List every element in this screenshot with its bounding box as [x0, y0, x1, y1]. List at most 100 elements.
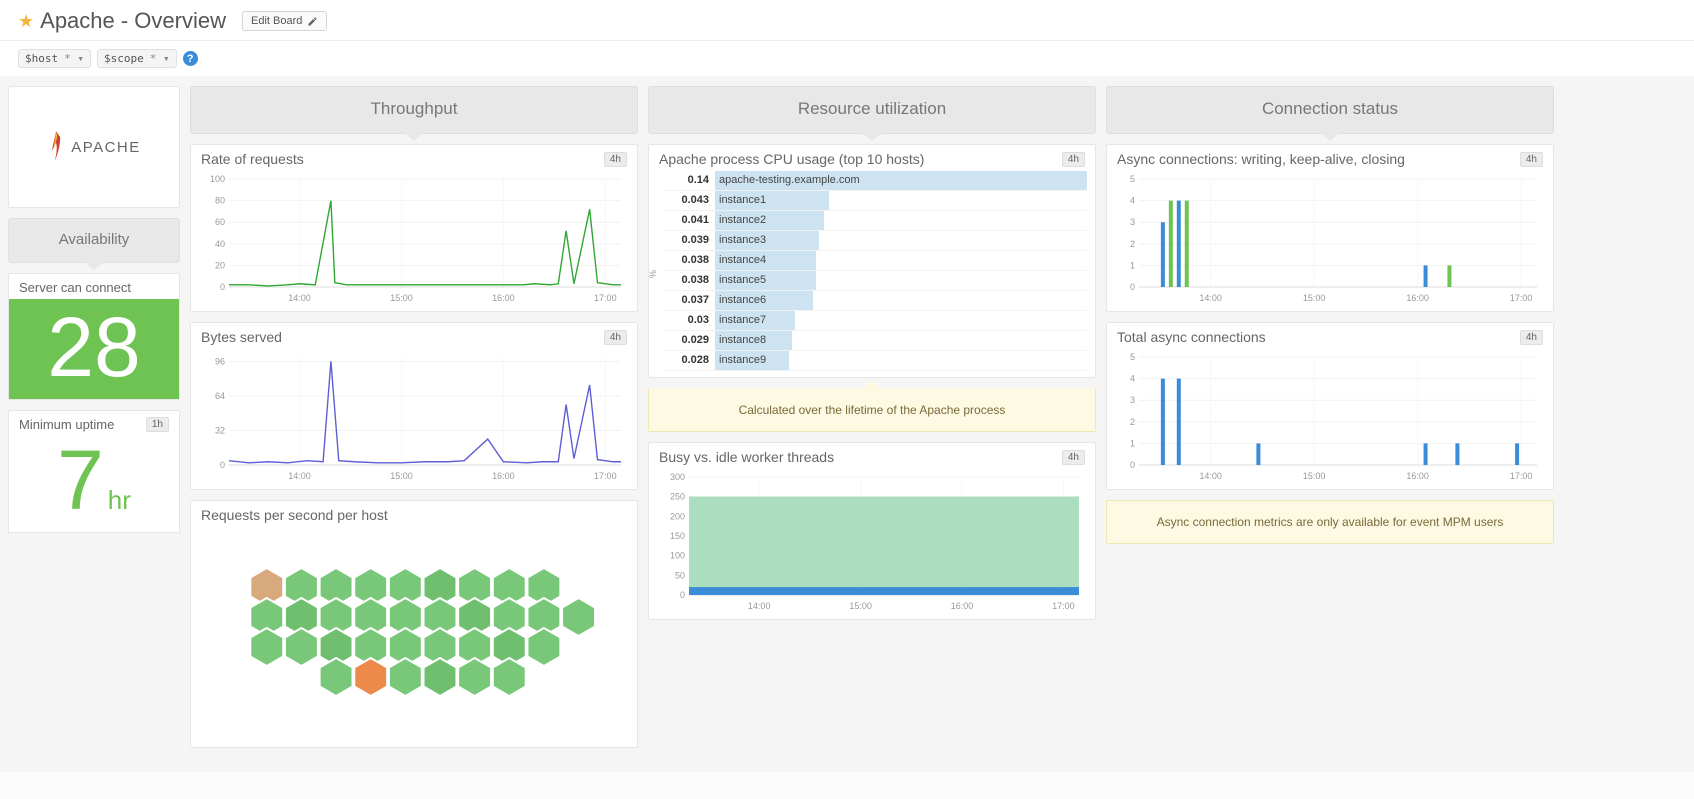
svg-text:100: 100 — [670, 551, 685, 561]
widget-title: Requests per second per host — [201, 507, 388, 523]
toplist-row[interactable]: 0.038instance4 — [663, 251, 1087, 271]
toplist-row[interactable]: 0.041instance2 — [663, 211, 1087, 231]
svg-text:20: 20 — [215, 260, 225, 270]
widget-title: Busy vs. idle worker threads — [659, 449, 834, 465]
svg-text:0: 0 — [680, 590, 685, 600]
apache-logo-text: APACHE — [71, 139, 141, 156]
widget-async-breakdown[interactable]: Async connections: writing, keep-alive, … — [1106, 144, 1554, 312]
timerange-badge[interactable]: 4h — [1520, 330, 1543, 345]
svg-text:5: 5 — [1130, 352, 1135, 362]
note-cpu-lifetime: Calculated over the lifetime of the Apac… — [648, 388, 1096, 432]
svg-text:3: 3 — [1130, 395, 1135, 405]
svg-text:14:00: 14:00 — [748, 601, 771, 611]
widget-requests-per-host[interactable]: Requests per second per host — [190, 500, 638, 748]
section-connection: Connection status — [1106, 86, 1554, 134]
widget-busy-idle[interactable]: Busy vs. idle worker threads 4h 0 50 100 15… — [648, 442, 1096, 620]
svg-text:16:00: 16:00 — [492, 293, 515, 303]
svg-text:2: 2 — [1130, 417, 1135, 427]
svg-text:1: 1 — [1130, 260, 1135, 270]
svg-text:3: 3 — [1130, 217, 1135, 227]
section-throughput: Throughput — [190, 86, 638, 134]
svg-text:96: 96 — [215, 356, 225, 366]
svg-text:16:00: 16:00 — [492, 471, 515, 481]
svg-text:0: 0 — [220, 460, 225, 470]
svg-text:17:00: 17:00 — [1510, 471, 1533, 481]
widget-title: Bytes served — [201, 329, 282, 345]
toplist-row[interactable]: 0.039instance3 — [663, 231, 1087, 251]
svg-text:80: 80 — [215, 196, 225, 206]
widget-minimum-uptime[interactable]: Minimum uptime 1h 7 hr — [8, 410, 180, 533]
widget-cpu-toplist[interactable]: Apache process CPU usage (top 10 hosts) … — [648, 144, 1096, 378]
widget-async-total[interactable]: Total async connections 4h 01234514:0015… — [1106, 322, 1554, 490]
svg-text:2: 2 — [1130, 239, 1135, 249]
svg-text:1: 1 — [1130, 438, 1135, 448]
widget-bytes-served[interactable]: Bytes served 4h 0 32 64 96 14:00 15:00 16:00 17… — [190, 322, 638, 490]
svg-text:64: 64 — [215, 391, 225, 401]
svg-text:16:00: 16:00 — [951, 601, 974, 611]
svg-text:16:00: 16:00 — [1406, 293, 1429, 303]
edit-board-label: Edit Board — [251, 15, 302, 27]
svg-text:14:00: 14:00 — [288, 471, 311, 481]
svg-text:17:00: 17:00 — [594, 293, 617, 303]
svg-text:40: 40 — [215, 239, 225, 249]
widget-title: Async connections: writing, keep-alive, … — [1117, 151, 1405, 167]
svg-text:0: 0 — [1130, 282, 1135, 292]
widget-rate-of-requests[interactable]: Rate of requests 4h 0 20 40 60 80 100 14:00 15:… — [190, 144, 638, 312]
svg-text:32: 32 — [215, 425, 225, 435]
star-icon[interactable]: ★ — [18, 11, 34, 32]
tmplvar-scope[interactable]: $scope* ▾ — [97, 49, 177, 68]
svg-text:17:00: 17:00 — [1052, 601, 1075, 611]
svg-text:0: 0 — [1130, 460, 1135, 470]
timerange-badge[interactable]: 4h — [604, 330, 627, 345]
timerange-badge[interactable]: 1h — [146, 417, 169, 432]
svg-text:16:00: 16:00 — [1406, 471, 1429, 481]
svg-text:200: 200 — [670, 511, 685, 521]
toplist-row[interactable]: 0.028instance9 — [663, 351, 1087, 371]
toplist-row[interactable]: 0.14apache-testing.example.com — [663, 171, 1087, 191]
svg-text:15:00: 15:00 — [1303, 471, 1326, 481]
toplist-row[interactable]: 0.029instance8 — [663, 331, 1087, 351]
cpu-ylabel: % — [648, 270, 658, 278]
help-icon[interactable]: ? — [183, 51, 198, 66]
svg-text:15:00: 15:00 — [1303, 293, 1326, 303]
timerange-badge[interactable]: 4h — [1062, 152, 1085, 167]
widget-server-can-connect[interactable]: Server can connect 28 — [8, 273, 180, 400]
section-availability: Availability — [8, 218, 180, 263]
toplist-row[interactable]: 0.037instance6 — [663, 291, 1087, 311]
uptime-value: 7 — [57, 438, 104, 522]
widget-title: Apache process CPU usage (top 10 hosts) — [659, 151, 924, 167]
timerange-badge[interactable]: 4h — [604, 152, 627, 167]
svg-text:14:00: 14:00 — [1199, 293, 1222, 303]
widget-title: Total async connections — [1117, 329, 1266, 345]
svg-text:5: 5 — [1130, 174, 1135, 184]
page-title: Apache - Overview — [40, 8, 226, 34]
widget-title: Rate of requests — [201, 151, 304, 167]
toplist-row[interactable]: 0.043instance1 — [663, 191, 1087, 211]
edit-board-button[interactable]: Edit Board — [242, 11, 327, 31]
svg-text:60: 60 — [215, 217, 225, 227]
svg-text:15:00: 15:00 — [849, 601, 872, 611]
svg-text:17:00: 17:00 — [594, 471, 617, 481]
timerange-badge[interactable]: 4h — [1520, 152, 1543, 167]
toplist-row[interactable]: 0.038instance5 — [663, 271, 1087, 291]
svg-text:4: 4 — [1130, 196, 1135, 206]
apache-feather-icon — [47, 130, 65, 164]
pencil-icon — [307, 16, 318, 27]
timerange-badge[interactable]: 4h — [1062, 450, 1085, 465]
svg-text:0: 0 — [220, 282, 225, 292]
note-async-mpm: Async connection metrics are only availa… — [1106, 500, 1554, 544]
svg-text:17:00: 17:00 — [1510, 293, 1533, 303]
svg-text:100: 100 — [210, 174, 225, 184]
svg-text:300: 300 — [670, 472, 685, 482]
section-resource: Resource utilization — [648, 86, 1096, 134]
svg-text:14:00: 14:00 — [1199, 471, 1222, 481]
svg-text:15:00: 15:00 — [390, 471, 413, 481]
svg-text:14:00: 14:00 — [288, 293, 311, 303]
server-connect-label: Server can connect — [19, 280, 131, 295]
svg-text:50: 50 — [675, 570, 685, 580]
toplist-row[interactable]: 0.03instance7 — [663, 311, 1087, 331]
uptime-label: Minimum uptime — [19, 417, 114, 432]
uptime-unit: hr — [108, 487, 131, 513]
svg-text:15:00: 15:00 — [390, 293, 413, 303]
tmplvar-host[interactable]: $host* ▾ — [18, 49, 91, 68]
